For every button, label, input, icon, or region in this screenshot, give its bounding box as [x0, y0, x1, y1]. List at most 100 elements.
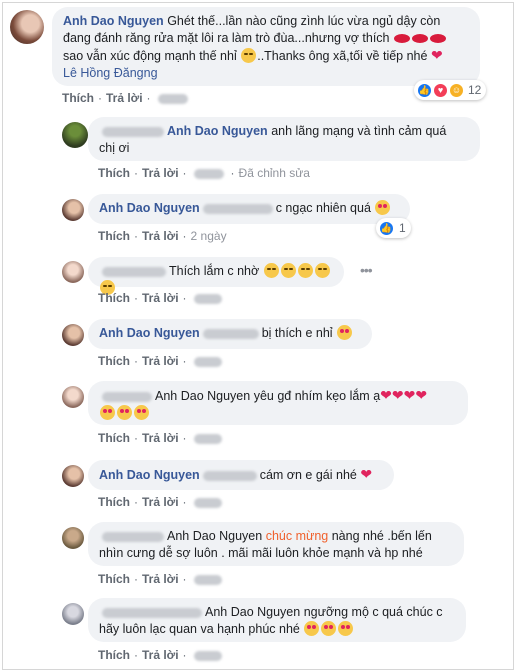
highlight-text: chúc mừng	[265, 529, 329, 543]
timestamp-redacted	[193, 574, 222, 585]
comment-text: c ngạc nhiên quá	[275, 201, 371, 215]
heart-emoji-icon: ❤	[360, 466, 373, 482]
like-link[interactable]: Thích	[98, 495, 130, 509]
reply-link[interactable]: Trả lời	[106, 91, 143, 105]
comment-actions: Thích · Trả lời ·	[98, 431, 225, 445]
timestamp-redacted	[193, 168, 224, 179]
love-reaction-icon: ♥	[433, 82, 448, 98]
comment-text: nhìn cưng dễ sợ luôn . mãi mãi luôn khỏe…	[99, 546, 423, 560]
like-link[interactable]: Thích	[98, 166, 130, 180]
reply-link[interactable]: Trả lời	[142, 648, 179, 662]
avatar[interactable]	[62, 324, 84, 346]
reply-link[interactable]: Trả lời	[142, 166, 179, 180]
comment-actions: Thích · Trả lời ·	[98, 648, 225, 662]
reply-link[interactable]: Trả lời	[142, 229, 179, 243]
like-link[interactable]: Thích	[98, 572, 130, 586]
heart-eyes-emoji-icon	[117, 405, 132, 420]
timestamp-redacted	[193, 433, 222, 444]
author-name-redacted	[102, 126, 164, 137]
comment-text: anh lãng mạng và tình cảm quá	[271, 124, 447, 138]
more-horizontal-icon[interactable]: •••	[360, 262, 373, 278]
comment-actions: Thích · Trả lời · · Đã chỉnh sửa	[98, 166, 310, 180]
comment-bubble: Thích lắm c nhờ	[88, 257, 344, 295]
heart-eyes-emoji-icon	[338, 621, 354, 636]
author-name-redacted	[102, 607, 202, 618]
laughing-emoji-icon	[280, 263, 296, 278]
comment-text: sao vẫn xúc động mạnh thế nhỉ	[63, 49, 237, 63]
comment-bubble: Anh Dao Nguyen ngưỡng mộ c quá chúc c hã…	[88, 598, 466, 642]
reply-link[interactable]: Trả lời	[142, 354, 179, 368]
heart-eyes-emoji-icon	[304, 621, 320, 636]
laughing-emoji-icon	[241, 48, 257, 63]
kiss-emoji-icon	[412, 34, 428, 43]
like-link[interactable]: Thích	[98, 354, 130, 368]
reaction-summary[interactable]: 👍 1	[376, 218, 411, 238]
like-link[interactable]: Thích	[98, 229, 130, 243]
laughing-emoji-icon	[263, 263, 279, 278]
comment-actions: Thích · Trả lời ·	[62, 91, 191, 105]
heart-eyes-emoji-icon	[375, 200, 391, 215]
rofl-emoji-icon	[297, 263, 313, 278]
comment-actions: Thích · Trả lời ·	[98, 291, 225, 305]
avatar[interactable]	[62, 527, 84, 549]
avatar[interactable]	[10, 10, 44, 44]
author-name[interactable]: Anh Dao Nguyen	[63, 14, 164, 28]
comment-text: ..Thanks ông xã,tối về tiếp nhé	[257, 49, 428, 63]
comment-text: chị ơi	[99, 141, 130, 155]
comment-bubble: Anh Dao Nguyen chúc mừng nàng nhé .bến l…	[88, 522, 464, 566]
mention-link[interactable]: Anh Dao Nguyen	[205, 605, 300, 619]
like-link[interactable]: Thích	[98, 648, 130, 662]
comment-bubble: Anh Dao Nguyen bị thích e nhỉ	[88, 319, 372, 349]
heart-emoji-icon: ❤	[430, 47, 443, 63]
author-name[interactable]: Anh Dao Nguyen	[99, 468, 200, 482]
comment-text: đang đánh răng rửa mặt lôi ra làm trò đù…	[63, 31, 390, 45]
like-reaction-icon: 👍	[417, 82, 432, 98]
timestamp-redacted	[193, 650, 222, 661]
timestamp[interactable]: 2 ngày	[191, 229, 227, 243]
author-name-redacted	[102, 531, 164, 542]
reply-link[interactable]: Trả lời	[142, 291, 179, 305]
kiss-emoji-icon	[394, 34, 410, 43]
timestamp-redacted	[193, 356, 222, 367]
heart-eyes-emoji-icon	[321, 621, 337, 636]
edited-label: Đã chỉnh sửa	[238, 166, 310, 180]
avatar[interactable]	[62, 122, 88, 148]
like-link[interactable]: Thích	[98, 291, 130, 305]
comment-text: Ghét thế...lần nào cũng zình lúc vừa ngủ…	[167, 14, 441, 28]
reaction-count: 12	[468, 83, 482, 97]
like-reaction-icon: 👍	[379, 220, 394, 236]
comment-text: Thích lắm c nhờ	[169, 264, 260, 278]
avatar[interactable]	[62, 199, 84, 221]
mention-link[interactable]: Anh Dao Nguyen	[155, 389, 250, 403]
comment-text: hãy luôn lạc quan va hạnh phúc nhé	[99, 622, 300, 636]
avatar[interactable]	[62, 603, 84, 625]
mention-link[interactable]: Anh Dao Nguyen	[167, 529, 262, 543]
comment-text: ngưỡng mộ c quá chúc c	[303, 605, 443, 619]
smiling-face-with-hearts-icon	[337, 325, 353, 340]
tagged-user-link[interactable]: Lê Hồng Đăngng	[63, 66, 158, 80]
like-link[interactable]: Thích	[62, 91, 94, 105]
heart-eyes-emoji-icon	[134, 405, 149, 420]
reply-link[interactable]: Trả lời	[142, 431, 179, 445]
comment-text: nàng nhé .bến lến	[331, 529, 432, 543]
timestamp-redacted	[193, 497, 222, 508]
avatar[interactable]	[62, 261, 84, 283]
haha-reaction-icon: ☺	[449, 82, 464, 98]
author-name[interactable]: Anh Dao Nguyen	[99, 326, 200, 340]
comment-bubble: Anh Dao Nguyen c ngạc nhiên quá	[88, 194, 410, 224]
comment-bubble: Anh Dao Nguyen cám ơn e gái nhé ❤	[88, 460, 394, 490]
heart-emoji-icon: ❤❤❤❤	[380, 387, 428, 403]
author-name[interactable]: Anh Dao Nguyen	[99, 201, 200, 215]
comment-actions: Thích · Trả lời ·	[98, 354, 225, 368]
like-link[interactable]: Thích	[98, 431, 130, 445]
reply-link[interactable]: Trả lời	[142, 572, 179, 586]
mention-link[interactable]: Anh Dao Nguyen	[167, 124, 268, 138]
comment-bubble: Anh Dao Nguyen anh lãng mạng và tình cảm…	[88, 117, 480, 161]
kiss-emoji-icon	[430, 34, 446, 43]
rofl-emoji-icon	[314, 263, 330, 278]
reaction-summary[interactable]: 👍 ♥ ☺ 12	[414, 80, 487, 100]
avatar[interactable]	[62, 386, 84, 408]
avatar[interactable]	[62, 465, 84, 487]
reply-link[interactable]: Trả lời	[142, 495, 179, 509]
timestamp-redacted	[193, 293, 222, 304]
